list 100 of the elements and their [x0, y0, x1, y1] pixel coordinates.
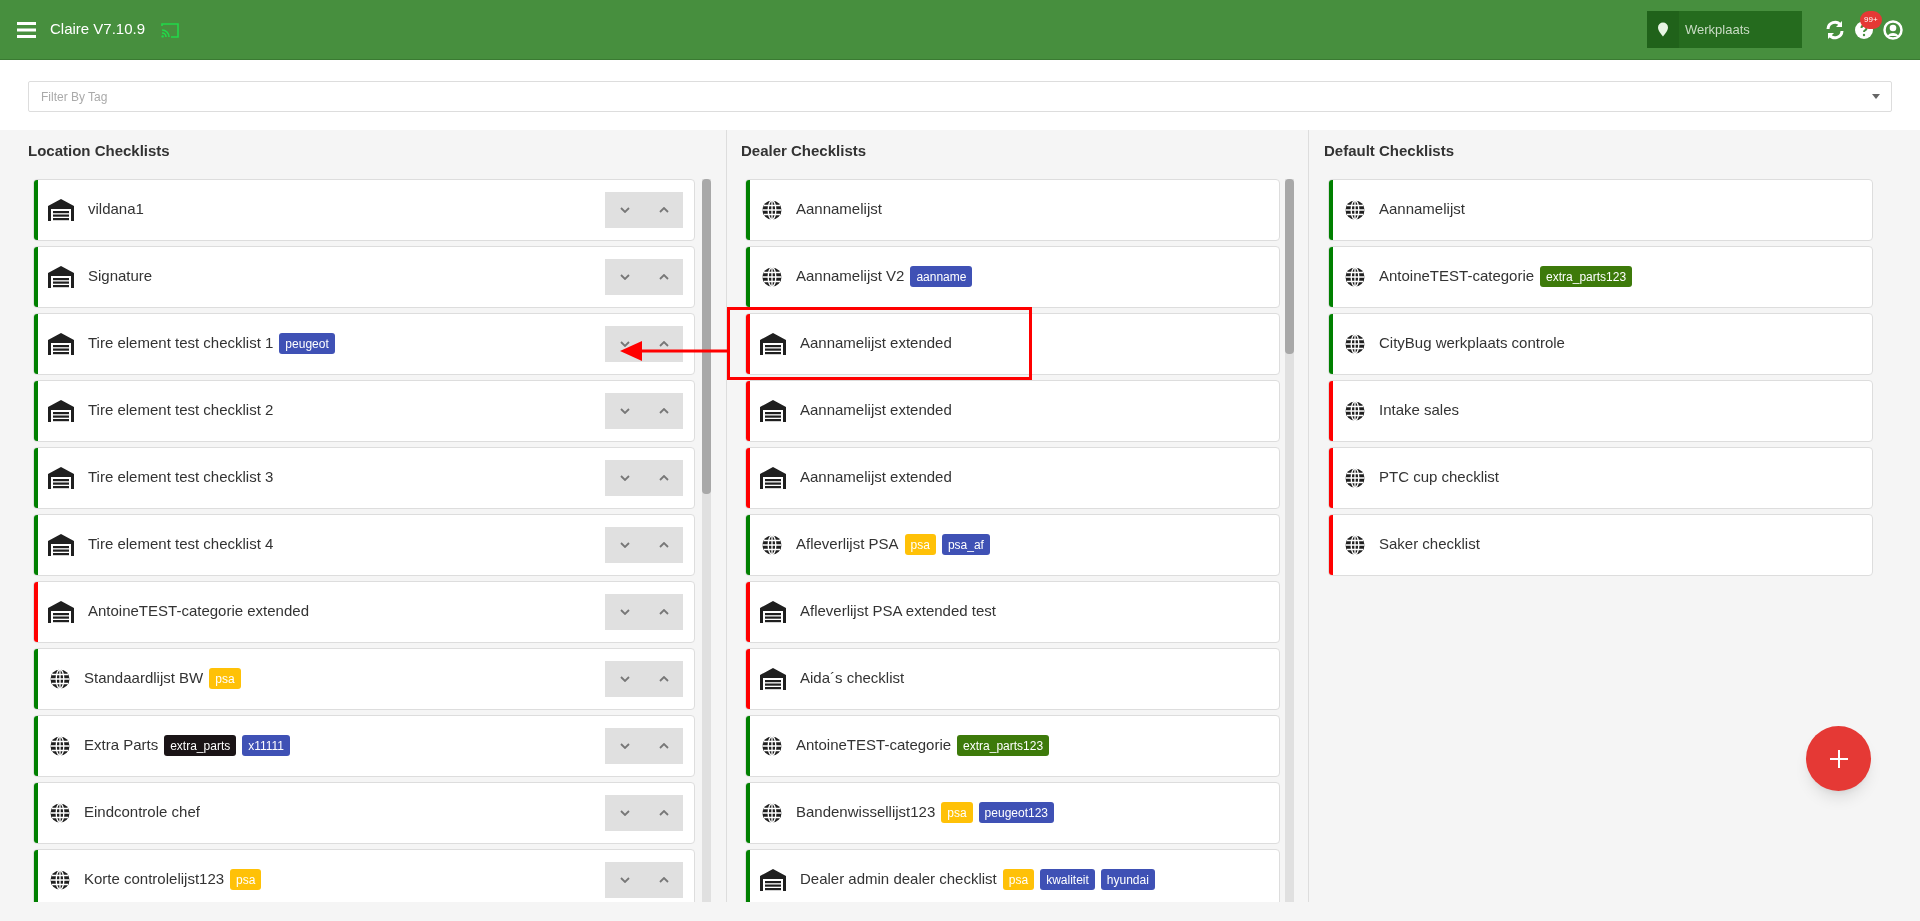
scrollbar[interactable]: [702, 178, 711, 902]
globe-icon: [762, 534, 782, 555]
tag: psa: [209, 668, 241, 689]
globe-icon: [1345, 400, 1365, 421]
user-icon[interactable]: [1883, 19, 1903, 40]
scrollbar[interactable]: [1285, 178, 1294, 902]
checklist-name: vildana1: [88, 199, 144, 220]
checklist-name: Tire element test checklist 4: [88, 534, 274, 555]
checklist-card[interactable]: Bandenwissellijst123 psa peugeot123: [745, 781, 1280, 844]
column-title: Location Checklists: [28, 141, 171, 161]
checklist-card[interactable]: PTC cup checklist: [1328, 446, 1873, 509]
filter-field[interactable]: Filter By Tag: [28, 81, 1892, 112]
chevron-up-icon: [658, 273, 669, 280]
checklist-name: Intake sales: [1379, 400, 1460, 421]
checklist-card[interactable]: AntoineTEST-categorie extra_parts123: [745, 714, 1280, 777]
chevron-down-icon: [619, 809, 630, 816]
chevron-up-icon: [658, 876, 669, 883]
garage-icon: [48, 533, 74, 556]
chevron-down-icon: [619, 675, 630, 682]
globe-icon: [762, 735, 782, 756]
checklist-card[interactable]: Saker checklist: [1328, 513, 1873, 576]
garage-icon: [48, 466, 74, 489]
checklist-card[interactable]: Aannamelijst extended: [745, 379, 1280, 442]
checklist-card[interactable]: Aannamelijst: [1328, 178, 1873, 241]
checklist-card[interactable]: Tire element test checklist 1 peugeot: [33, 312, 695, 375]
garage-icon: [48, 332, 74, 355]
location-field[interactable]: Werkplaats: [1679, 11, 1802, 48]
app-title: Claire V7.10.9: [50, 19, 146, 40]
tag: extra_parts: [164, 735, 237, 756]
garage-icon: [760, 399, 786, 422]
globe-icon: [50, 668, 70, 689]
checklist-name: AntoineTEST-categorie extended: [88, 601, 309, 622]
globe-icon: [50, 869, 70, 890]
checklist-name: Afleverlijst PSA extended test: [800, 601, 996, 622]
chevron-up-icon: [658, 608, 669, 615]
checklist-name: Korte controlelijst123: [84, 869, 225, 890]
tag: extra_parts123: [1540, 266, 1633, 287]
checklist-name: Aannamelijst: [796, 199, 882, 220]
chevron-up-icon: [658, 675, 669, 682]
garage-icon: [760, 332, 786, 355]
checklist-name: Tire element test checklist 2: [88, 400, 274, 421]
tag: psa: [1002, 869, 1035, 890]
checklist-name: AntoineTEST-categorie: [1379, 266, 1535, 287]
checklist-card[interactable]: Aannamelijst: [745, 178, 1280, 241]
checklist-name: Aida´s checklist: [800, 668, 905, 689]
map-pin-icon: [1647, 11, 1679, 48]
tag: hyundai: [1100, 869, 1155, 890]
chevron-up-icon: [658, 206, 669, 213]
globe-icon: [762, 266, 782, 287]
refresh-icon[interactable]: [1825, 19, 1845, 40]
globe-icon: [1345, 467, 1365, 488]
dropdown-icon[interactable]: [1872, 94, 1880, 99]
globe-icon: [50, 735, 70, 756]
menu-icon[interactable]: [17, 21, 36, 38]
checklist-name: Tire element test checklist 3: [88, 467, 274, 488]
checklist-card[interactable]: Afleverlijst PSA psa psa_af: [745, 513, 1280, 576]
globe-icon: [1345, 266, 1365, 287]
checklist-card[interactable]: Intake sales: [1328, 379, 1873, 442]
chevron-down-icon: [619, 474, 630, 481]
globe-icon: [50, 802, 70, 823]
checklist-card[interactable]: Aida´s checklist: [745, 647, 1280, 710]
tag: extra_parts123: [957, 735, 1050, 756]
checklist-name: Tire element test checklist 1: [88, 333, 274, 354]
tag: psa: [230, 869, 262, 890]
checklist-card[interactable]: Afleverlijst PSA extended test: [745, 580, 1280, 643]
globe-icon: [1345, 534, 1365, 555]
scrollbar-thumb[interactable]: [1285, 178, 1294, 354]
checklist-card[interactable]: Aannamelijst extended: [745, 446, 1280, 509]
tag: aanname: [910, 266, 973, 287]
chevron-up-icon: [658, 474, 669, 481]
tag: peugeot: [279, 333, 335, 354]
globe-icon: [762, 802, 782, 823]
checklist-name: Aannamelijst V2: [796, 266, 905, 287]
chevron-up-icon: [658, 340, 669, 347]
checklist-name: CityBug werkplaats controle: [1379, 333, 1565, 354]
checklist-card[interactable]: Aannamelijst extended: [745, 312, 1280, 375]
tag: peugeot123: [978, 802, 1054, 823]
checklist-name: Dealer admin dealer checklist: [800, 869, 997, 890]
checklist-name: Extra Parts: [84, 735, 159, 756]
cast-icon[interactable]: [161, 21, 180, 38]
chevron-up-icon: [658, 809, 669, 816]
checklist-card[interactable]: Dealer admin dealer checklist psa kwaliteit hyundai: [745, 848, 1280, 902]
checklist-card[interactable]: CityBug werkplaats controle: [1328, 312, 1873, 375]
checklist-name: Aannamelijst extended: [800, 333, 952, 354]
checklist-name: Signature: [88, 266, 153, 287]
column-title: Dealer Checklists: [741, 141, 868, 161]
checklist-card[interactable]: Aannamelijst V2 aanname: [745, 245, 1280, 308]
checklist-name: Standaardlijst BW: [84, 668, 204, 689]
tag: x11111: [242, 735, 291, 756]
chevron-up-icon: [658, 742, 669, 749]
checklist-name: Aannamelijst: [1379, 199, 1465, 220]
tag: kwaliteit: [1040, 869, 1095, 890]
column-title: Default Checklists: [1324, 141, 1456, 161]
scrollbar-thumb[interactable]: [702, 178, 711, 494]
add-button[interactable]: [1806, 726, 1871, 791]
chevron-down-icon: [619, 541, 630, 548]
garage-icon: [48, 198, 74, 221]
checklist-card[interactable]: AntoineTEST-categorie extra_parts123: [1328, 245, 1873, 308]
chevron-up-icon: [658, 407, 669, 414]
checklist-name: PTC cup checklist: [1379, 467, 1500, 488]
